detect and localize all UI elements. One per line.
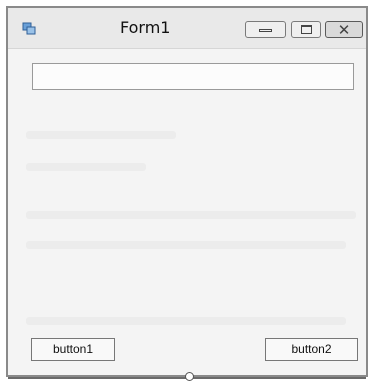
button2[interactable]: button2 [265,338,358,361]
form-window: Form1 ✕ button1 button2 [6,6,368,379]
minimize-button[interactable] [245,21,286,38]
title-bar[interactable]: Form1 ✕ [8,8,366,49]
background-artifact [26,211,356,219]
background-artifact [26,317,346,325]
maximize-icon [301,25,312,34]
background-artifact [26,241,346,249]
window-title: Form1 [120,18,171,37]
close-button[interactable]: ✕ [325,21,363,39]
background-artifact [26,163,146,171]
textbox[interactable] [32,63,354,90]
close-icon: ✕ [337,21,351,39]
minimize-icon [259,29,272,32]
form-icon [22,22,36,35]
maximize-button[interactable] [291,21,321,38]
background-artifact [26,131,176,139]
button1[interactable]: button1 [31,338,115,361]
resize-handle[interactable] [185,372,194,381]
textbox-input[interactable] [33,64,353,89]
